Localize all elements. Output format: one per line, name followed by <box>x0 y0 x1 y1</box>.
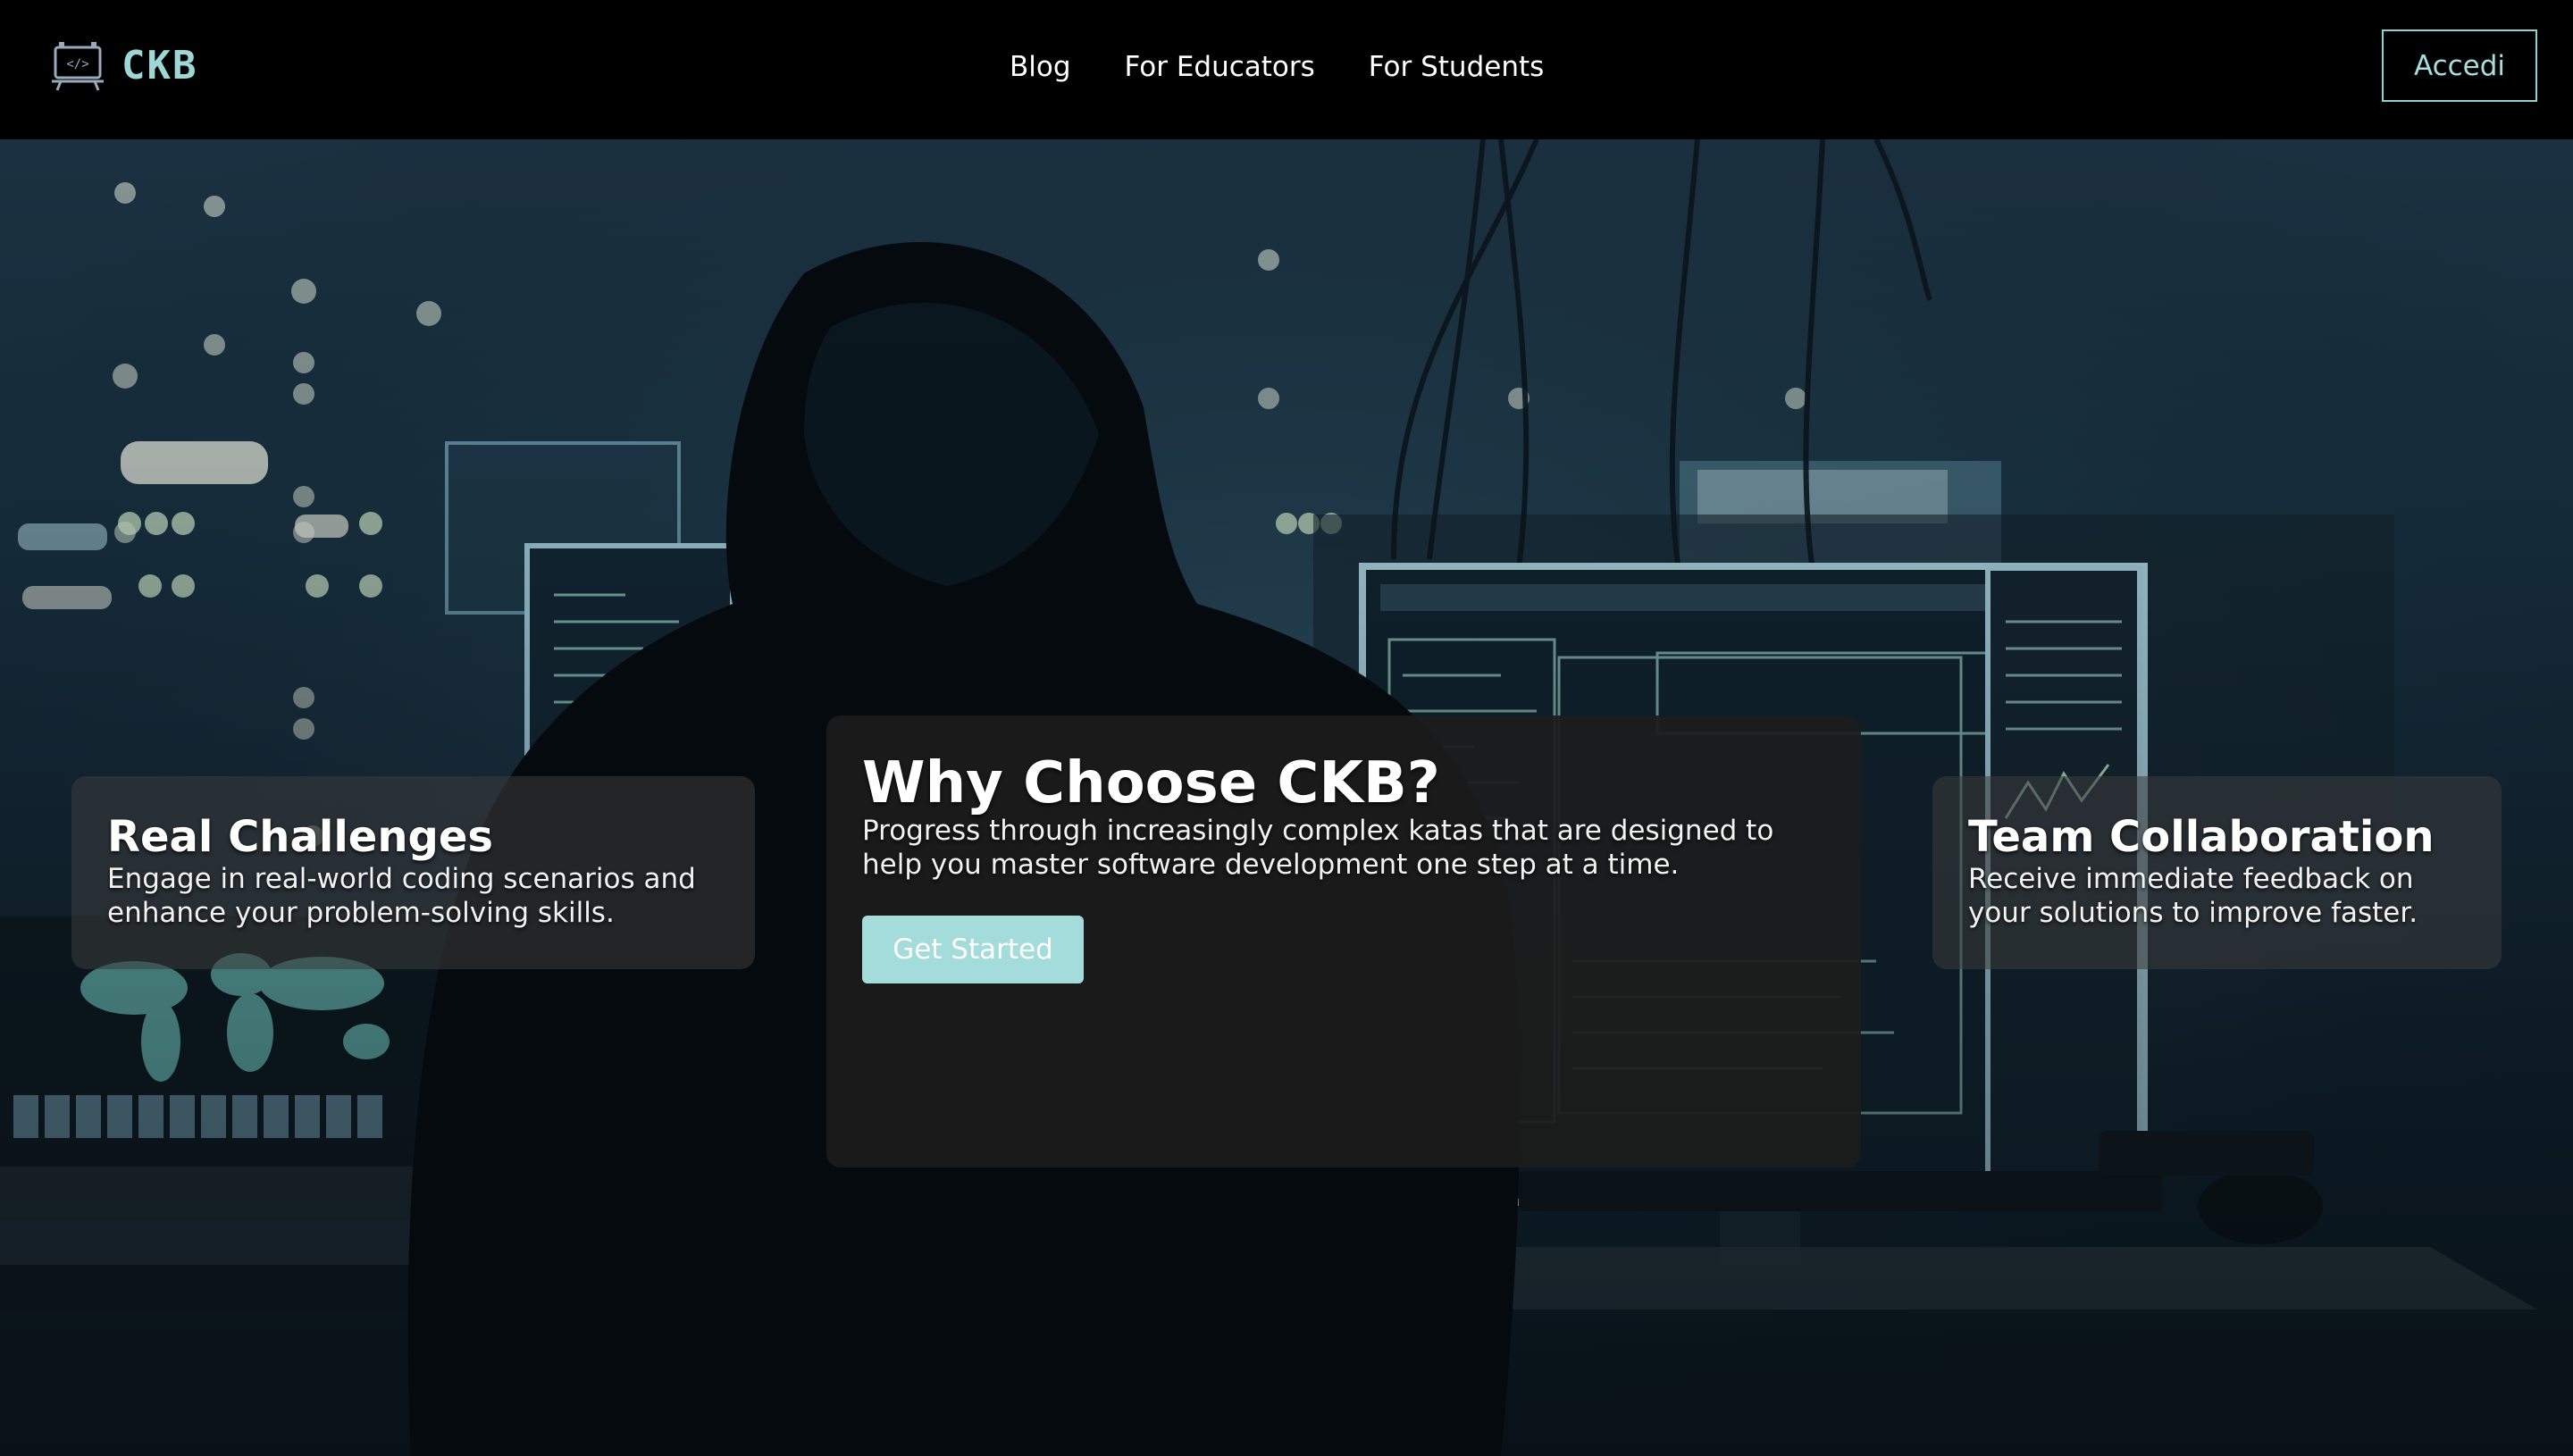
nav-link-educators[interactable]: For Educators <box>1125 51 1315 83</box>
login-button[interactable]: Accedi <box>2382 29 2537 102</box>
nav-link-blog[interactable]: Blog <box>1010 51 1071 83</box>
main-nav: Blog For Educators For Students <box>1010 45 1544 89</box>
svg-text:</>: </> <box>66 57 88 71</box>
nav-link-students[interactable]: For Students <box>1369 51 1544 83</box>
why-choose-text: Progress through increasingly complex ka… <box>862 815 1774 881</box>
top-navbar: </> CKB Blog For Educators For Students … <box>0 0 2573 139</box>
brand-name: CKB <box>122 42 198 88</box>
get-started-button[interactable]: Get Started <box>862 916 1084 983</box>
why-choose-title: Why Choose CKB? <box>862 750 1440 816</box>
feature-card-title: Real Challenges <box>107 812 493 862</box>
hero-section: Real Challenges Engage in real-world cod… <box>0 139 2573 1456</box>
feature-card-title: Team Collaboration <box>1968 812 2435 862</box>
brand-logo[interactable]: </> CKB <box>50 34 197 96</box>
why-choose-card: Why Choose CKB? Progress through increas… <box>826 715 1861 1167</box>
feature-card-team-collaboration: Team Collaboration Receive immediate fee… <box>1932 776 2502 969</box>
feature-card-text: Engage in real-world coding scenarios an… <box>107 863 696 929</box>
feature-card-real-challenges: Real Challenges Engage in real-world cod… <box>71 776 755 969</box>
feature-card-text: Receive immediate feedback on your solut… <box>1968 863 2418 929</box>
code-board-icon: </> <box>52 42 104 91</box>
